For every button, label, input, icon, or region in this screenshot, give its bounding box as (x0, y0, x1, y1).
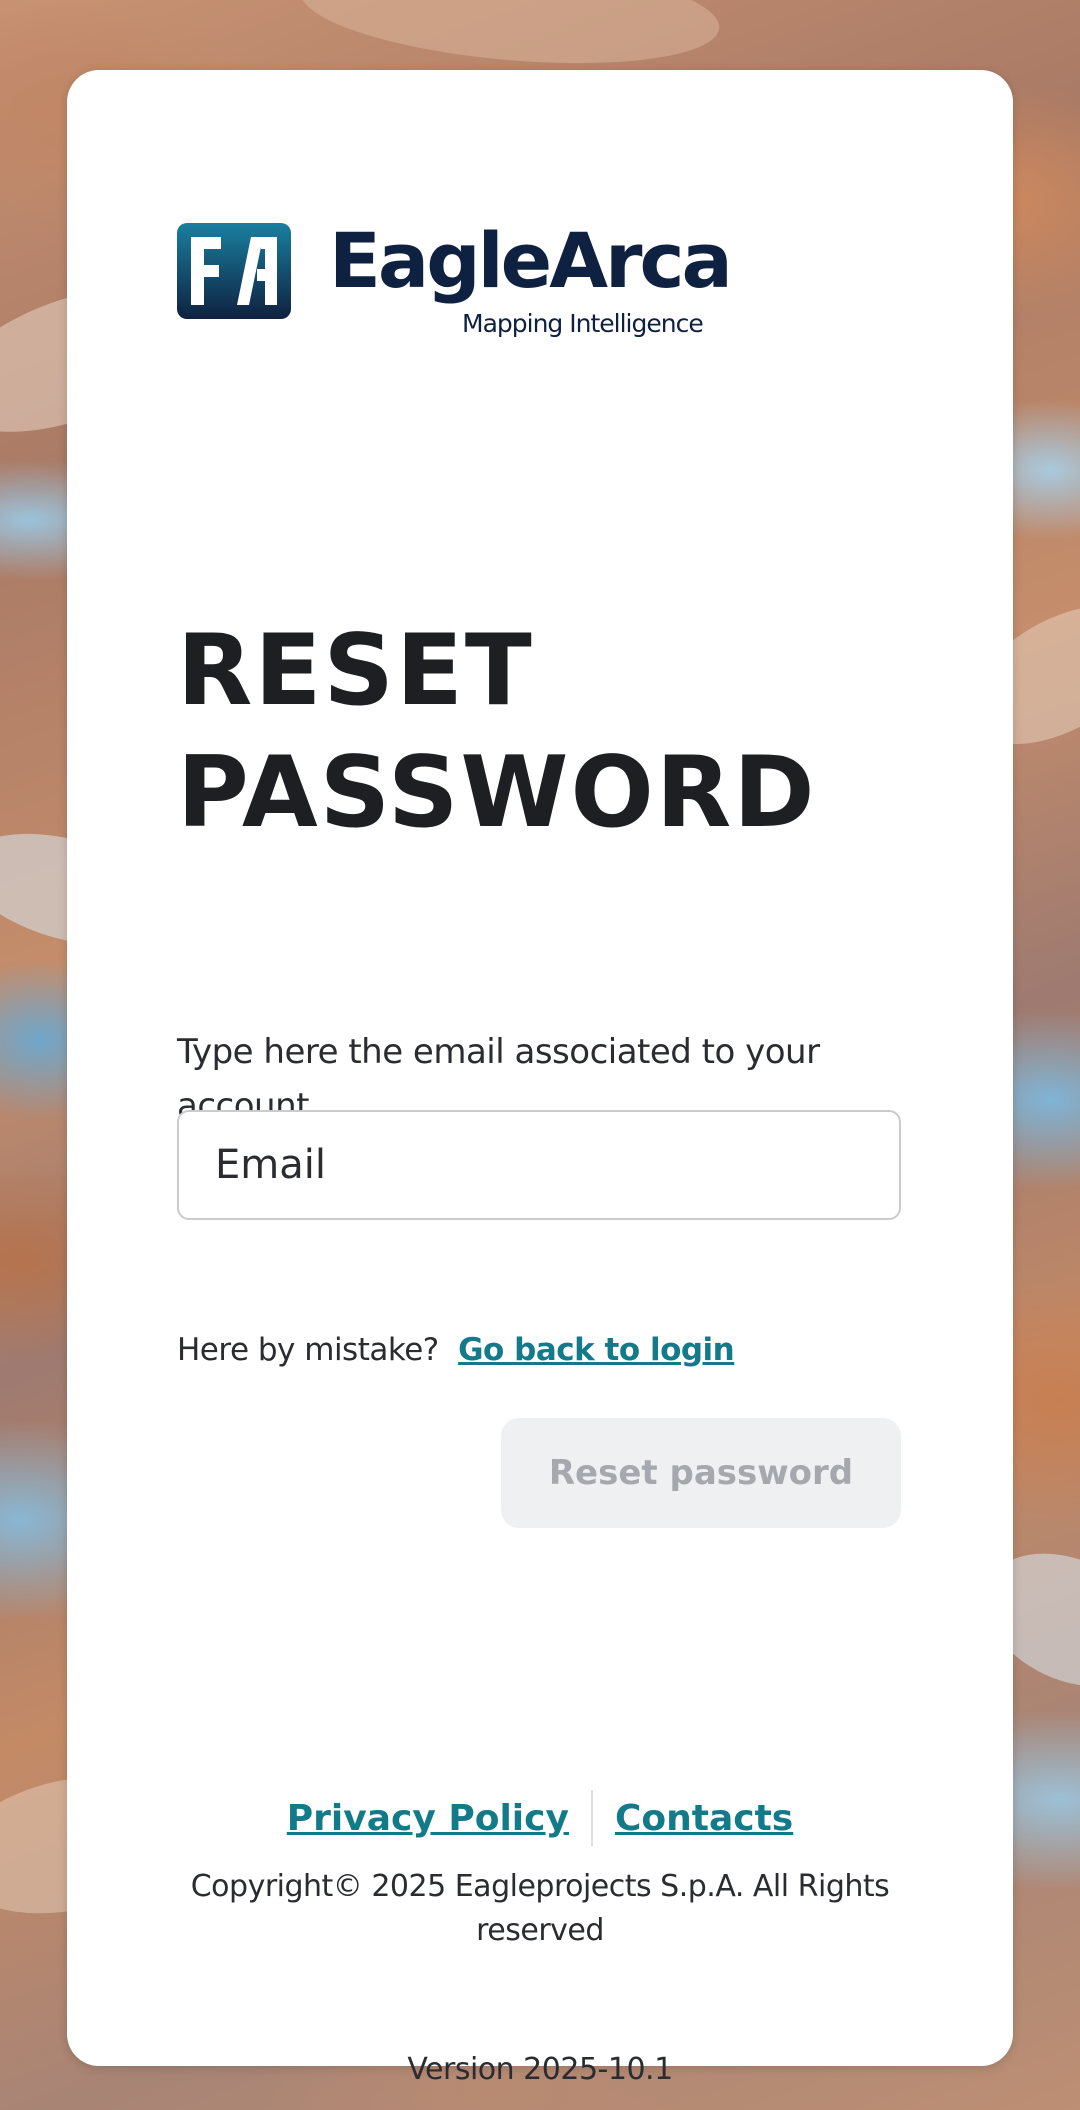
reset-password-card: EagleArca Mapping Intelligence RESET PAS… (67, 70, 1013, 2087)
back-to-login-row: Here by mistake? Go back to login (177, 1332, 735, 1368)
footer-links: Privacy Policy Contacts (67, 1790, 1013, 1846)
back-to-login-prompt: Here by mistake? (177, 1332, 439, 1368)
version-text: Version 2025-10.1 (407, 2052, 673, 2087)
page-title: RESET PASSWORD (177, 614, 817, 850)
copyright-text: Copyright© 2025 Eagleprojects S.p.A. All… (190, 1869, 890, 1948)
brand-logo: EagleArca Mapping Intelligence (177, 223, 733, 343)
eaglearca-logo-icon (177, 223, 291, 319)
brand-tagline: Mapping Intelligence (462, 309, 704, 338)
privacy-policy-link[interactable]: Privacy Policy (287, 1798, 569, 1839)
go-back-to-login-link[interactable]: Go back to login (458, 1332, 735, 1368)
reset-password-button[interactable]: Reset password (501, 1418, 901, 1528)
footer-divider (590, 1790, 593, 1846)
brand-name: EagleArca (329, 216, 733, 305)
email-field[interactable] (177, 1110, 901, 1220)
contacts-link[interactable]: Contacts (615, 1798, 793, 1839)
